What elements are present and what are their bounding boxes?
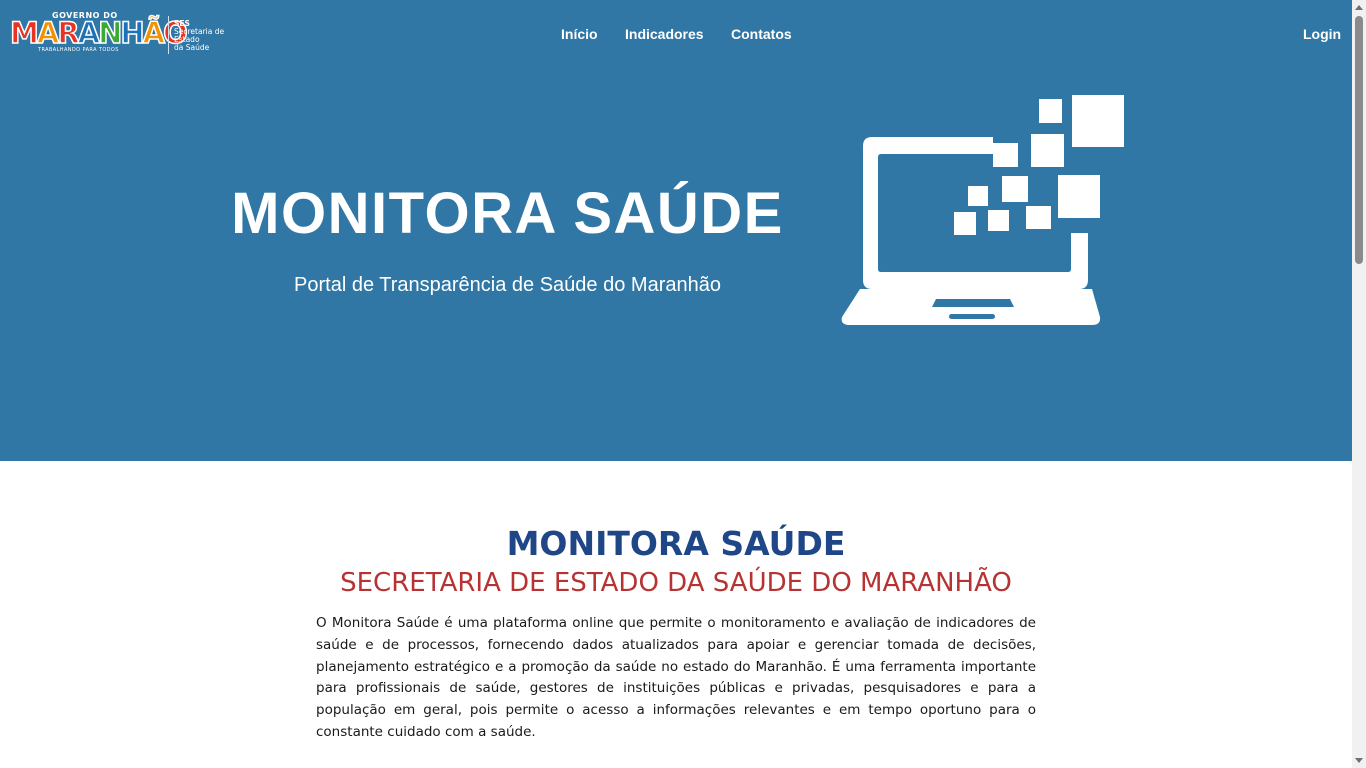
logo-letter: R: [57, 16, 81, 50]
logo-letter: N: [97, 16, 123, 50]
scrollbar-thumb[interactable]: [1355, 16, 1363, 264]
nav-contatos[interactable]: Contatos: [731, 26, 792, 42]
scroll-down-arrow-icon[interactable]: [1355, 758, 1363, 763]
hero-subtitle: Portal de Transparência de Saúde do Mara…: [294, 274, 721, 296]
page-scrollbar[interactable]: [1352, 0, 1366, 768]
logo-letter: H: [120, 16, 146, 50]
login-link[interactable]: Login: [1303, 26, 1341, 42]
logo-letter: A: [77, 16, 101, 50]
logo-divider: [168, 16, 169, 54]
ses-line-1: Secretaria de Estado: [174, 27, 225, 44]
laptop-data-icon: [841, 95, 1124, 325]
section-subtitle: SECRETARIA DE ESTADO DA SAÚDE DO MARANHÃ…: [340, 568, 1012, 598]
logo-letter: M: [9, 16, 39, 50]
logo-wordmark: MARANHÃO: [9, 16, 188, 50]
logo-letter: Ã: [142, 16, 166, 50]
hero-title: MONITORA SAÚDE: [231, 181, 784, 246]
hero-banner: GOVERNO DO MARANHÃO TRABALHANDO PARA TOD…: [0, 0, 1352, 461]
ses-label: SES Secretaria de Estado da Saúde: [174, 20, 245, 52]
scroll-up-arrow-icon[interactable]: [1355, 5, 1363, 10]
nav-indicadores[interactable]: Indicadores: [625, 26, 704, 42]
nav-inicio[interactable]: Início: [561, 26, 598, 42]
logo-slogan: TRABALHANDO PARA TODOS: [36, 47, 121, 53]
data-squares: [954, 95, 1124, 235]
logo-letter: A: [36, 16, 60, 50]
section-title: MONITORA SAÚDE: [506, 524, 846, 563]
governo-maranhao-logo[interactable]: GOVERNO DO MARANHÃO TRABALHANDO PARA TOD…: [9, 10, 245, 60]
ses-line-2: da Saúde: [174, 43, 210, 52]
description-paragraph: O Monitora Saúde é uma plataforma online…: [316, 615, 1036, 740]
